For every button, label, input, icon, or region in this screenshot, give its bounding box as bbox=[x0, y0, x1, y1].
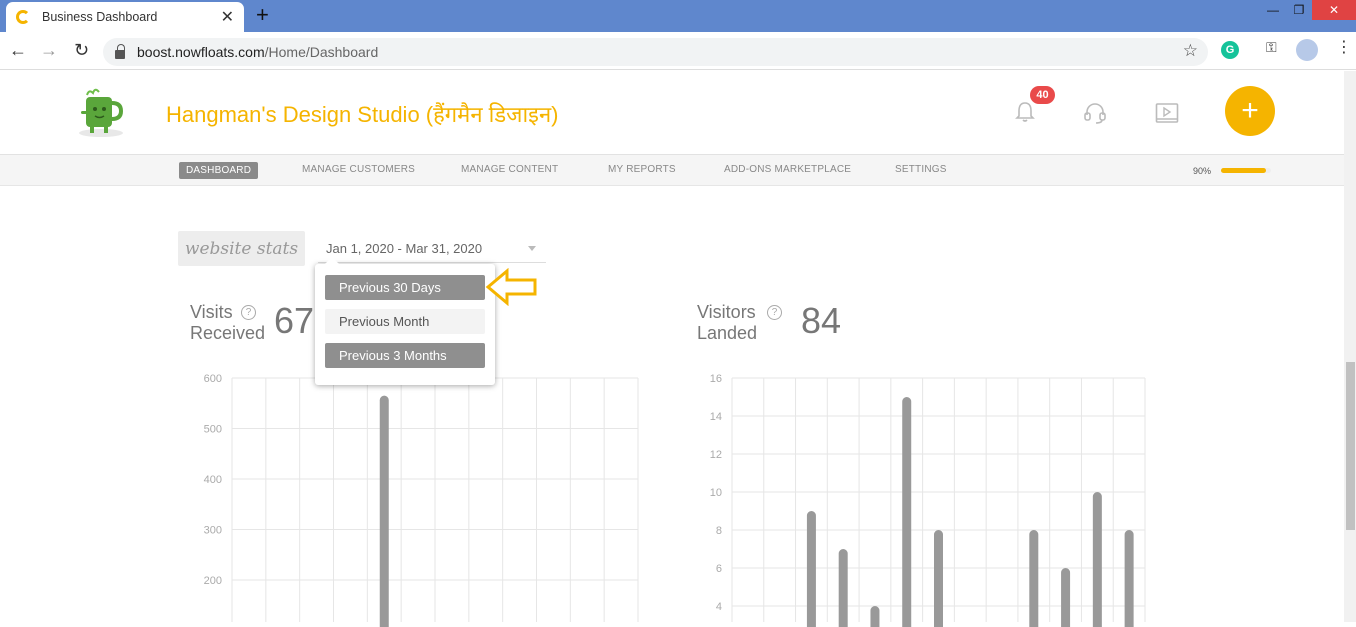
date-range-value: Jan 1, 2020 - Mar 31, 2020 bbox=[326, 241, 483, 256]
y-tick-label: 500 bbox=[204, 424, 222, 436]
visits-chart: 600 500 400 300 200 bbox=[190, 370, 650, 627]
option-previous-30-days[interactable]: Previous 30 Days bbox=[325, 275, 485, 300]
annotation-arrow-icon bbox=[485, 268, 537, 306]
site-favicon-icon bbox=[16, 10, 30, 24]
close-window-button[interactable]: ✕ bbox=[1312, 0, 1356, 20]
url-field[interactable]: boost.nowfloats.com/Home/Dashboard ☆ bbox=[103, 38, 1208, 66]
visits-value: 67 bbox=[274, 300, 315, 341]
chart-bar[interactable] bbox=[379, 395, 389, 627]
minimize-window-button[interactable]: — bbox=[1262, 0, 1284, 20]
chart-bar[interactable] bbox=[870, 606, 880, 627]
y-tick-label: 10 bbox=[710, 487, 722, 499]
tab-title: Business Dashboard bbox=[42, 10, 158, 24]
y-tick-label: 200 bbox=[204, 575, 222, 587]
chart-bar[interactable] bbox=[1029, 530, 1039, 627]
add-button[interactable]: + bbox=[1225, 86, 1275, 136]
y-tick-label: 400 bbox=[204, 474, 222, 486]
close-tab-icon[interactable]: ✕ bbox=[221, 7, 234, 27]
app-header: Hangman's Design Studio (हैंगमैन डिजाइन)… bbox=[0, 71, 1344, 155]
visitors-value: 84 bbox=[801, 300, 842, 341]
grammarly-extension-icon[interactable]: G bbox=[1221, 41, 1239, 59]
url-host: boost.nowfloats.com bbox=[137, 44, 265, 60]
support-headset-icon[interactable] bbox=[1083, 101, 1107, 125]
visitors-help-icon[interactable]: ? bbox=[767, 305, 782, 320]
reload-button[interactable]: ↻ bbox=[74, 40, 89, 61]
business-logo bbox=[79, 88, 124, 137]
notification-count-badge: 40 bbox=[1030, 86, 1055, 104]
visits-label-line-2: Received bbox=[190, 323, 266, 343]
visits-label-line-1: Visits bbox=[190, 302, 233, 322]
visitors-label-line-2: Landed bbox=[697, 323, 758, 343]
option-previous-month[interactable]: Previous Month bbox=[325, 309, 485, 334]
y-tick-label: 600 bbox=[204, 373, 222, 385]
profile-progress-text: 90% bbox=[1193, 166, 1212, 176]
y-tick-label: 16 bbox=[710, 373, 722, 385]
nav-settings[interactable]: SETTINGS bbox=[895, 164, 947, 175]
chart-bar[interactable] bbox=[1061, 568, 1071, 627]
browser-menu-icon[interactable]: ⋮ bbox=[1336, 37, 1352, 57]
new-tab-button[interactable]: + bbox=[256, 4, 269, 26]
bookmark-star-icon[interactable]: ☆ bbox=[1183, 41, 1198, 61]
date-range-dropdown: Previous 30 Days Previous Month Previous… bbox=[315, 257, 495, 385]
profile-progress-fill bbox=[1221, 168, 1266, 173]
page-scrollbar[interactable] bbox=[1344, 71, 1356, 622]
visitors-label-line-1: Visitors bbox=[697, 302, 756, 322]
nav-manage-content[interactable]: MANAGE CONTENT bbox=[461, 164, 558, 175]
y-tick-label: 300 bbox=[204, 525, 222, 537]
y-tick-label: 14 bbox=[710, 411, 722, 423]
nav-my-reports[interactable]: MY REPORTS bbox=[608, 164, 676, 175]
nav-dashboard[interactable]: DASHBOARD bbox=[179, 162, 259, 179]
visitors-chart: 16 14 12 10 8 6 4 bbox=[697, 370, 1157, 627]
chart-bar[interactable] bbox=[902, 397, 912, 627]
maximize-window-button[interactable]: ❐ bbox=[1288, 0, 1310, 20]
page-scrollbar-thumb[interactable] bbox=[1346, 362, 1355, 530]
y-tick-label: 6 bbox=[716, 563, 722, 575]
main-nav: DASHBOARD MANAGE CUSTOMERS MANAGE CONTEN… bbox=[0, 155, 1344, 186]
option-previous-3-months[interactable]: Previous 3 Months bbox=[325, 343, 485, 368]
url-path: /Home/Dashboard bbox=[264, 44, 379, 60]
profile-avatar[interactable] bbox=[1296, 39, 1318, 61]
browser-tab-bar: Business Dashboard ✕ + — ❐ ✕ bbox=[0, 0, 1356, 32]
chart-bar[interactable] bbox=[934, 530, 943, 627]
chart-bar[interactable] bbox=[806, 511, 816, 627]
forward-button[interactable]: → bbox=[40, 40, 58, 61]
y-tick-label: 12 bbox=[710, 449, 722, 461]
nav-manage-customers[interactable]: MANAGE CUSTOMERS bbox=[302, 164, 415, 175]
business-name: Hangman's Design Studio (हैंगमैन डिजाइन) bbox=[166, 102, 559, 127]
profile-progress-bar bbox=[1221, 168, 1271, 173]
key-icon[interactable]: ⚿ bbox=[1266, 39, 1277, 56]
chevron-down-icon bbox=[528, 246, 536, 251]
website-stats-label: website stats bbox=[178, 231, 305, 266]
back-button[interactable]: ← bbox=[9, 40, 27, 61]
browser-tab[interactable]: Business Dashboard ✕ bbox=[6, 2, 244, 32]
nav-add-ons-marketplace[interactable]: ADD-ONS MARKETPLACE bbox=[724, 164, 851, 175]
chart-bar[interactable] bbox=[1092, 492, 1102, 627]
visits-help-icon[interactable]: ? bbox=[241, 305, 256, 320]
visitors-label: Visitors Landed bbox=[697, 302, 757, 344]
visitors-bar-chart: 16 14 12 10 8 6 4 bbox=[710, 373, 1146, 627]
address-bar-row: ← → ↻ boost.nowfloats.com/Home/Dashboard… bbox=[0, 32, 1356, 70]
date-range-picker[interactable]: Jan 1, 2020 - Mar 31, 2020 bbox=[318, 236, 546, 263]
video-tutorial-icon[interactable] bbox=[1155, 102, 1179, 124]
chart-bar[interactable] bbox=[1124, 530, 1134, 627]
visits-bar-chart: 600 500 400 300 200 bbox=[204, 373, 639, 627]
notification-bell-icon[interactable] bbox=[1015, 101, 1035, 123]
chart-bar[interactable] bbox=[838, 549, 848, 627]
y-tick-label: 8 bbox=[716, 525, 722, 537]
y-tick-label: 4 bbox=[716, 601, 722, 613]
lock-icon bbox=[115, 43, 125, 59]
